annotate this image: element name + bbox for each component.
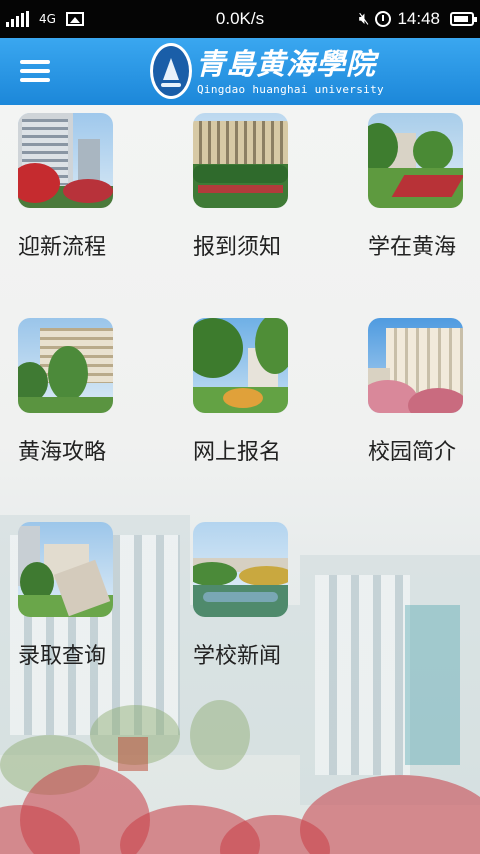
menu-label: 报到须知 xyxy=(193,235,282,260)
campus-photo-1 xyxy=(18,113,113,208)
campus-photo-7 xyxy=(18,522,113,617)
menu-item-registration-notice[interactable]: 报到须知 xyxy=(193,113,343,273)
menu-label: 黄海攻略 xyxy=(18,440,107,465)
alarm-icon xyxy=(375,11,392,27)
campus-photo-6 xyxy=(368,318,463,413)
campus-photo-8 xyxy=(193,522,288,617)
university-name-cn: 青島黄海學院 xyxy=(196,47,377,81)
menu-item-welcome-process[interactable]: 迎新流程 xyxy=(18,113,168,273)
menu-item-huanghai-guide[interactable]: 黄海攻略 xyxy=(18,318,168,478)
menu-label: 学在黄海 xyxy=(368,235,457,260)
status-bar: 4G 0.0K/s 🔇︎ 14:48 xyxy=(0,0,480,38)
menu-item-admission-query[interactable]: 录取查询 xyxy=(18,522,168,682)
campus-photo-4 xyxy=(18,318,113,413)
campus-photo-5 xyxy=(193,318,288,413)
mute-icon: 🔇︎ xyxy=(358,9,370,29)
menu-label: 网上报名 xyxy=(193,440,282,465)
menu-label: 录取查询 xyxy=(18,644,107,669)
menu-item-school-news[interactable]: 学校新闻 xyxy=(193,522,343,682)
campus-photo-2 xyxy=(193,113,288,208)
university-logo xyxy=(150,43,192,99)
hamburger-menu-icon[interactable] xyxy=(20,60,50,86)
menu-item-study-at-huanghai[interactable]: 学在黄海 xyxy=(368,113,480,273)
app-header: 青島黄海學院 Qingdao huanghai university xyxy=(0,38,480,105)
menu-label: 学校新闻 xyxy=(193,644,282,669)
menu-item-online-application[interactable]: 网上报名 xyxy=(193,318,343,478)
menu-item-campus-intro[interactable]: 校园简介 xyxy=(368,318,480,478)
university-name-en: Qingdao huanghai university xyxy=(197,83,384,96)
battery-icon xyxy=(450,12,477,26)
campus-photo-3 xyxy=(368,113,463,208)
clock: 14:48 xyxy=(397,9,440,28)
menu-label: 校园简介 xyxy=(368,440,457,465)
menu-label: 迎新流程 xyxy=(18,235,107,260)
